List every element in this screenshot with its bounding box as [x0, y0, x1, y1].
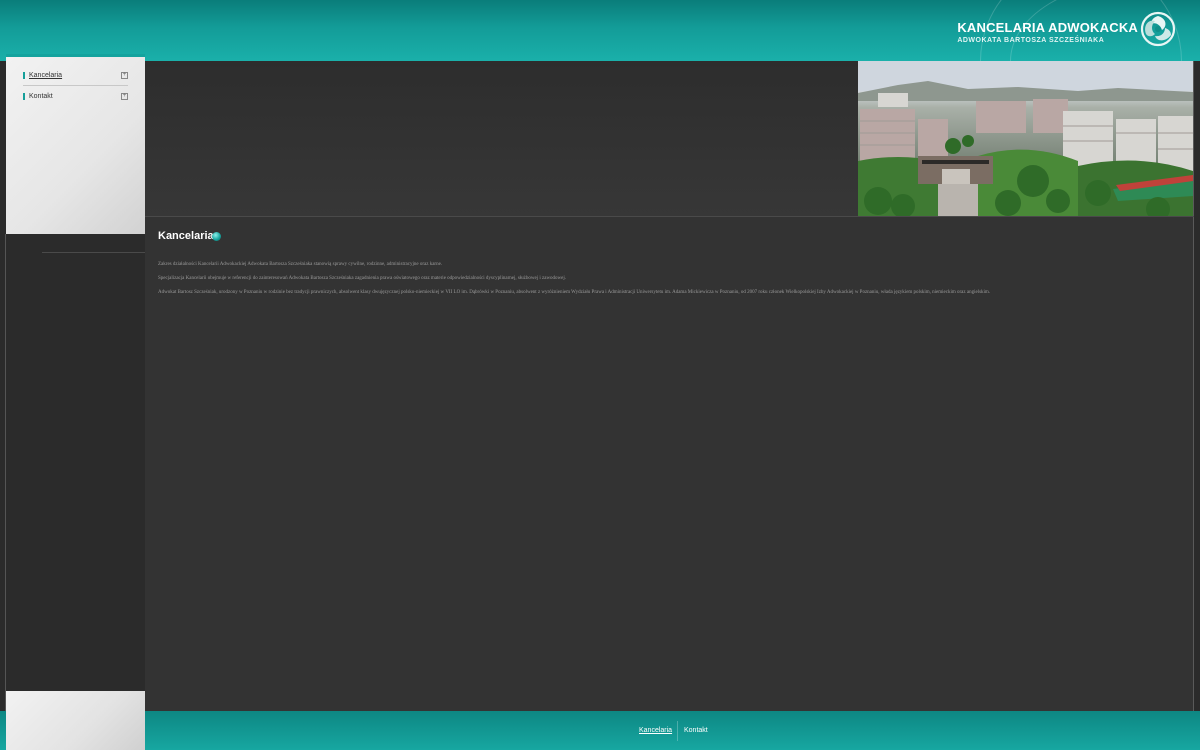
footer-link-kontakt[interactable]: Kontakt — [684, 727, 708, 734]
sidebar-item-label: Kancelaria — [29, 72, 63, 79]
paragraph: Specjalizacja Kancelarii obejmuje w refe… — [158, 276, 567, 281]
sidebar-item-kontakt[interactable]: Kontakt + — [23, 87, 128, 107]
sidebar-underline — [42, 252, 145, 253]
sidebar-item-label: Kontakt — [29, 93, 53, 100]
expand-icon[interactable]: + — [121, 93, 128, 100]
brand-name: KANCELARIA ADWOKACKA — [957, 20, 1138, 35]
header: KANCELARIA ADWOKACKA ADWOKATA BARTOSZA S… — [0, 0, 1200, 61]
paragraph: Zakres działalności Kancelarii Adwokacki… — [158, 262, 443, 267]
bullet-icon — [212, 232, 221, 241]
city-photo — [858, 61, 1193, 216]
nav-divider — [23, 85, 128, 86]
sidebar-nav: Kancelaria + Kontakt + — [6, 54, 145, 234]
sidebar-item-kancelaria[interactable]: Kancelaria + — [23, 66, 128, 86]
nav-marker — [23, 93, 25, 100]
left-divider — [5, 234, 6, 712]
footer-box — [6, 691, 145, 750]
expand-icon[interactable]: + — [121, 72, 128, 79]
page-title: Kancelaria — [158, 230, 214, 242]
brand-subtitle: ADWOKATA BARTOSZA SZCZEŚNIAKA — [957, 37, 1105, 44]
paragraph: Adwokat Bartosz Szcześniak, urodzony w P… — [158, 290, 991, 295]
triskelion-logo-icon[interactable] — [1140, 10, 1176, 48]
footer — [0, 711, 1200, 750]
brand[interactable]: KANCELARIA ADWOKACKA ADWOKATA BARTOSZA S… — [957, 20, 1138, 44]
main-content: Kancelaria Zakres działalności Kancelari… — [145, 217, 1193, 711]
nav-marker — [23, 72, 25, 79]
footer-divider — [677, 721, 678, 741]
footer-link-kancelaria[interactable]: Kancelaria — [639, 727, 672, 734]
banner — [145, 61, 858, 216]
right-border — [1193, 61, 1194, 711]
